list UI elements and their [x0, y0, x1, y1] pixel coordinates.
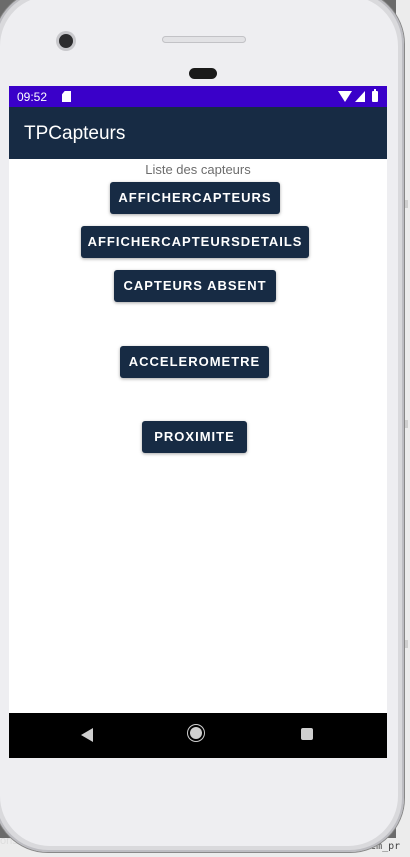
- status-time: 09:52: [17, 90, 48, 104]
- ide-scroll-mark: [404, 200, 408, 208]
- ide-scroll-mark: [404, 640, 408, 648]
- wifi-icon: [338, 91, 352, 102]
- device-screen: 09:52 TPCapteurs Liste des capteurs AFFI…: [9, 86, 387, 758]
- earpiece-speaker: [162, 36, 246, 43]
- status-bar: 09:52: [9, 86, 387, 107]
- battery-icon: [372, 89, 378, 102]
- home-icon[interactable]: [190, 727, 202, 739]
- app-bar: TPCapteurs: [9, 107, 387, 159]
- accelerometre-button[interactable]: ACCELEROMETRE: [120, 346, 269, 378]
- sensor-list-label: Liste des capteurs: [145, 162, 251, 177]
- navigation-bar: [9, 713, 387, 758]
- ide-scroll-mark: [404, 420, 408, 428]
- proximite-button[interactable]: PROXIMITE: [142, 421, 247, 453]
- app-title: TPCapteurs: [24, 123, 126, 144]
- back-icon[interactable]: [81, 728, 93, 742]
- front-camera: [59, 34, 73, 48]
- sd-card-icon: [62, 91, 71, 102]
- proximity-sensor: [189, 68, 217, 79]
- recents-icon[interactable]: [301, 728, 313, 740]
- afficher-capteurs-details-button[interactable]: AFFICHERCAPTEURSDETAILS: [81, 226, 309, 258]
- capteurs-absent-button[interactable]: CAPTEURS ABSENT: [114, 270, 276, 302]
- afficher-capteurs-button[interactable]: AFFICHERCAPTEURS: [110, 182, 280, 214]
- signal-icon: [355, 91, 365, 102]
